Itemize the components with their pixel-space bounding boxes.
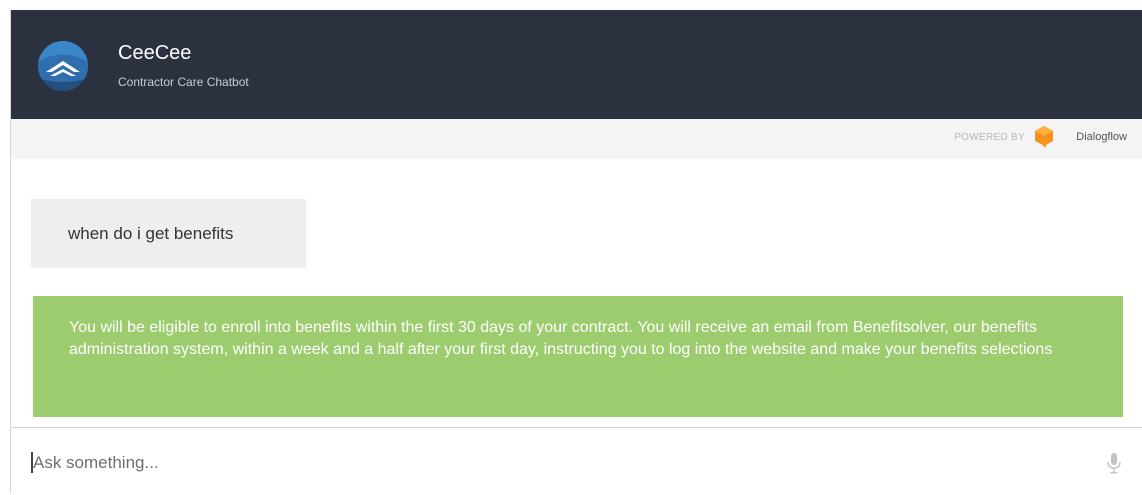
dialogflow-logo-icon[interactable] — [1033, 125, 1055, 149]
powered-by-label: POWERED BY — [954, 132, 1025, 143]
bot-avatar — [38, 41, 88, 91]
chat-widget: CeeCee Contractor Care Chatbot POWERED B… — [10, 10, 1142, 495]
mountain-logo-icon — [38, 41, 88, 91]
dialogflow-brand-label[interactable]: Dialogflow — [1076, 131, 1127, 144]
user-message-text: when do i get benefits — [68, 224, 234, 243]
bot-name: CeeCee — [118, 42, 192, 64]
user-message-bubble: when do i get benefits — [31, 199, 306, 268]
message-input-bar — [11, 427, 1142, 495]
bot-message-text: You will be eligible to enroll into bene… — [69, 319, 1053, 358]
bot-subtitle: Contractor Care Chatbot — [118, 75, 249, 89]
ask-input[interactable] — [33, 448, 1093, 478]
chat-header: CeeCee Contractor Care Chatbot — [11, 10, 1142, 119]
powered-by-bar: POWERED BY Dialogflow — [11, 119, 1142, 159]
bot-message-bubble: You will be eligible to enroll into bene… — [33, 296, 1123, 417]
microphone-icon[interactable] — [1107, 452, 1121, 474]
